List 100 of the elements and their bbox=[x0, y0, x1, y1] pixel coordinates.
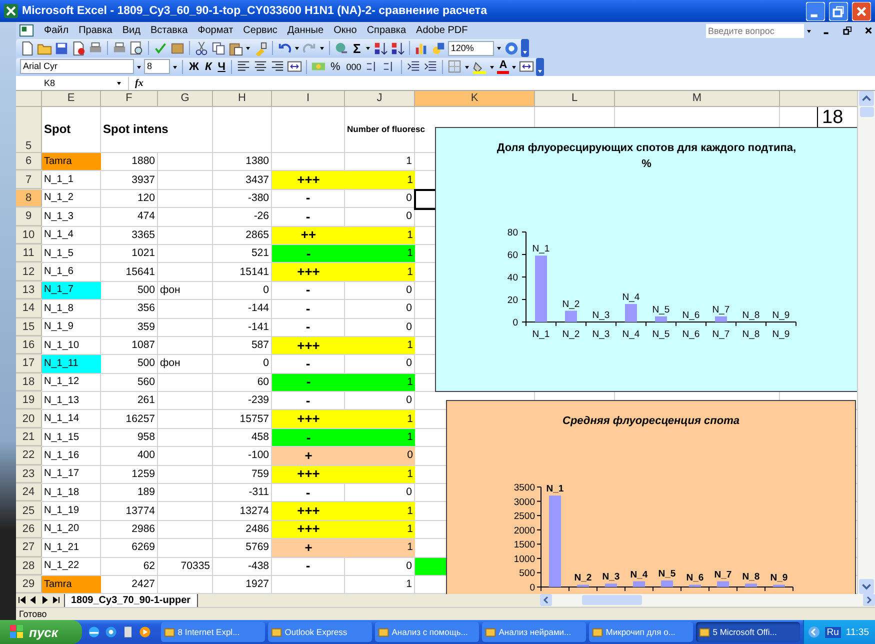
thousands-button[interactable]: 000 bbox=[344, 58, 364, 75]
cut-icon[interactable] bbox=[194, 40, 209, 56]
scroll-thumb[interactable] bbox=[582, 595, 642, 606]
row-header[interactable]: 21 bbox=[16, 428, 42, 446]
row-header[interactable]: 20 bbox=[16, 410, 42, 428]
permission-icon[interactable] bbox=[71, 40, 86, 56]
row-header[interactable]: 11 bbox=[16, 244, 42, 262]
column-header[interactable]: M bbox=[615, 90, 780, 107]
taskbar-button[interactable]: Анализ нейрами... bbox=[482, 622, 586, 642]
format-painter-icon[interactable] bbox=[253, 40, 268, 56]
help-icon[interactable] bbox=[504, 40, 519, 56]
row-header[interactable]: 23 bbox=[16, 466, 42, 484]
taskbar-button[interactable]: Outlook Express bbox=[268, 622, 372, 642]
merge-cells-icon[interactable] bbox=[519, 59, 534, 74]
row-header[interactable]: 10 bbox=[16, 226, 42, 244]
sort-ascending-icon[interactable] bbox=[372, 40, 388, 56]
scroll-thumb[interactable] bbox=[860, 106, 874, 117]
percent-button[interactable]: % bbox=[328, 58, 342, 75]
underline-button[interactable]: Ч bbox=[216, 58, 228, 75]
row-header[interactable]: 27 bbox=[16, 539, 42, 557]
italic-button[interactable]: К bbox=[202, 58, 214, 75]
row-header[interactable]: 17 bbox=[16, 355, 42, 373]
new-document-icon[interactable] bbox=[20, 40, 35, 56]
column-header[interactable]: J bbox=[345, 90, 415, 107]
menu-item[interactable]: Вставка bbox=[150, 25, 188, 36]
language-indicator[interactable]: Ru bbox=[824, 626, 841, 638]
bold-button[interactable]: Ж bbox=[187, 58, 201, 75]
merge-center-icon[interactable] bbox=[287, 59, 302, 74]
row-header[interactable]: 7 bbox=[16, 171, 42, 189]
media-player-icon[interactable] bbox=[138, 625, 152, 639]
row-header[interactable]: 6 bbox=[16, 152, 42, 170]
row-header[interactable]: 19 bbox=[16, 392, 42, 410]
chevron-icon[interactable] bbox=[808, 626, 820, 638]
row-header[interactable]: 25 bbox=[16, 502, 42, 520]
row-header[interactable]: 14 bbox=[16, 300, 42, 318]
menu-item[interactable]: Вид bbox=[122, 25, 140, 36]
taskbar-button[interactable]: Анализ с помощь... bbox=[374, 622, 479, 642]
row-header[interactable]: 5 bbox=[16, 106, 42, 153]
row-header[interactable]: 29 bbox=[16, 576, 42, 594]
menu-item[interactable]: Формат bbox=[198, 25, 234, 36]
restore-button[interactable] bbox=[829, 2, 848, 20]
toolbar-options-icon[interactable] bbox=[520, 39, 529, 58]
column-header[interactable]: L bbox=[535, 90, 615, 107]
scroll-left-icon[interactable] bbox=[540, 594, 552, 606]
menu-item[interactable]: Правка bbox=[78, 25, 112, 36]
font-size-field[interactable]: 8 bbox=[144, 59, 170, 74]
fill-color-icon[interactable] bbox=[472, 59, 488, 74]
browser-icon[interactable] bbox=[104, 625, 118, 639]
menu-item[interactable]: Данные bbox=[287, 25, 324, 36]
row-header[interactable]: 9 bbox=[16, 208, 42, 226]
workbook-icon[interactable] bbox=[19, 23, 34, 38]
hyperlink-icon[interactable] bbox=[334, 40, 349, 56]
start-button[interactable]: пуск bbox=[0, 620, 82, 644]
sort-descending-icon[interactable] bbox=[390, 40, 405, 56]
drawing-icon[interactable] bbox=[430, 40, 446, 56]
taskbar-button[interactable]: 5 Microsoft Offi... bbox=[696, 622, 800, 642]
column-header[interactable]: F bbox=[101, 90, 158, 107]
row-header[interactable]: 22 bbox=[16, 447, 42, 465]
scroll-up-icon[interactable] bbox=[859, 90, 874, 106]
menu-item[interactable]: Сервис bbox=[243, 25, 278, 36]
scroll-down-icon[interactable] bbox=[859, 578, 874, 594]
column-header[interactable]: E bbox=[42, 90, 101, 107]
print-preview-icon[interactable] bbox=[129, 40, 144, 56]
browser-icon[interactable] bbox=[86, 625, 101, 639]
vertical-scrollbar[interactable] bbox=[857, 90, 875, 594]
toolbar-options-icon[interactable] bbox=[536, 58, 544, 76]
function-label[interactable]: fx bbox=[135, 78, 144, 89]
row-header[interactable]: 18 bbox=[16, 374, 42, 392]
row-header[interactable]: 28 bbox=[16, 558, 42, 575]
row-header[interactable]: 8 bbox=[16, 190, 42, 208]
help-search-field[interactable]: Введите вопрос bbox=[706, 24, 804, 38]
paste-icon[interactable] bbox=[228, 40, 243, 56]
menu-item[interactable]: Файл bbox=[44, 25, 69, 36]
menu-item[interactable]: Adobe PDF bbox=[416, 25, 468, 36]
restore-workbook-icon[interactable] bbox=[843, 26, 852, 36]
taskbar-button[interactable]: 8 Internet Expl... bbox=[160, 622, 265, 642]
save-icon[interactable] bbox=[54, 40, 69, 56]
row-header[interactable]: 12 bbox=[16, 263, 42, 281]
row-header[interactable]: 13 bbox=[16, 282, 42, 300]
row-header[interactable]: 16 bbox=[16, 336, 42, 354]
column-header[interactable]: K bbox=[415, 90, 535, 107]
font-field[interactable]: Arial Cyr bbox=[20, 59, 134, 74]
column-header[interactable]: G bbox=[158, 90, 213, 107]
menu-item[interactable]: Справка bbox=[366, 25, 406, 36]
horizontal-scrollbar[interactable] bbox=[540, 594, 875, 606]
row-header[interactable]: 24 bbox=[16, 484, 42, 502]
menu-item[interactable]: Окно bbox=[334, 25, 357, 36]
taskbar-button[interactable]: Микрочип для о... bbox=[588, 622, 693, 642]
sheet-tab[interactable]: 1809_Cy3_70_90-1-upper bbox=[64, 594, 198, 607]
copy-icon[interactable] bbox=[211, 40, 226, 56]
row-header[interactable]: 15 bbox=[16, 318, 42, 336]
scroll-right-icon[interactable] bbox=[863, 594, 875, 606]
autosum-button[interactable]: Σ bbox=[351, 40, 363, 56]
zoom-field[interactable]: 120% bbox=[448, 40, 494, 56]
minimize-button[interactable] bbox=[806, 2, 825, 20]
close-button[interactable] bbox=[852, 2, 871, 20]
close-workbook-icon[interactable] bbox=[864, 26, 873, 36]
column-header[interactable]: H bbox=[213, 90, 272, 107]
column-header[interactable]: I bbox=[272, 90, 345, 107]
row-header[interactable]: 26 bbox=[16, 520, 42, 538]
